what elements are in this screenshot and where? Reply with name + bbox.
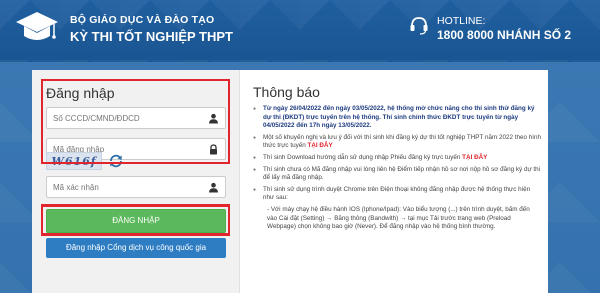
login-form: Đăng nhập W616f [32, 70, 240, 293]
hotline-number: 1800 8000 NHÁNH SỐ 2 [437, 28, 572, 42]
exam-title: KỲ THI TỐT NGHIỆP THPT [70, 29, 233, 44]
notice-text: Từ ngày 26/04/2022 đến ngày 03/05/2022, … [263, 105, 535, 130]
hotline-label: HOTLINE: [437, 15, 486, 27]
site-header: BỘ GIÁO DỤC VÀ ĐÀO TẠO KỲ THI TỐT NGHIỆP… [0, 0, 600, 62]
highlight-box-credentials [41, 79, 230, 164]
notice-item: Thí sinh chưa có Mã đăng nhập vui lòng l… [253, 166, 541, 183]
notice-text: Một số khuyến nghị và lưu ý đối với thí … [263, 133, 542, 150]
gov-portal-login-button[interactable]: Đăng nhập Cổng dịch vụ công quốc gia [46, 238, 226, 258]
notice-text: Thí sinh sử dụng trình duyệt Chrome trên… [263, 185, 531, 202]
highlight-box-login-button [41, 204, 230, 236]
notice-title: Thông báo [253, 84, 320, 100]
notice-item: Thí sinh sử dụng trình duyệt Chrome trên… [253, 186, 541, 203]
notice-item: - Với máy chạy hệ điều hành IOS (Iphone/… [253, 206, 541, 232]
notice-link[interactable]: TẠI ĐÂY [307, 142, 332, 149]
notice-text: Thí sinh Download hướng dẫn sử dụng nhập… [263, 153, 461, 161]
main-panel: Đăng nhập W616f [32, 70, 548, 293]
notice-text: Thí sinh chưa có Mã đăng nhập vui lòng l… [263, 165, 541, 182]
captcha-field[interactable] [46, 176, 226, 198]
notice-item: Từ ngày 26/04/2022 đến ngày 03/05/2022, … [253, 105, 541, 131]
captcha-input[interactable] [53, 182, 203, 192]
notice-item: Thí sinh Download hướng dẫn sử dụng nhập… [253, 154, 541, 163]
notice-text: - Với máy chạy hệ điều hành IOS (Iphone/… [267, 205, 530, 231]
notice-link[interactable]: TẠI ĐÂY [462, 154, 487, 161]
notice-list: Từ ngày 26/04/2022 đến ngày 03/05/2022, … [253, 105, 541, 235]
headset-icon [410, 17, 428, 35]
notice-item: Một số khuyến nghị và lưu ý đối với thí … [253, 134, 541, 151]
graduation-cap-icon [16, 12, 58, 40]
ministry-name: BỘ GIÁO DỤC VÀ ĐÀO TẠO [70, 14, 215, 26]
user-icon [209, 182, 218, 193]
